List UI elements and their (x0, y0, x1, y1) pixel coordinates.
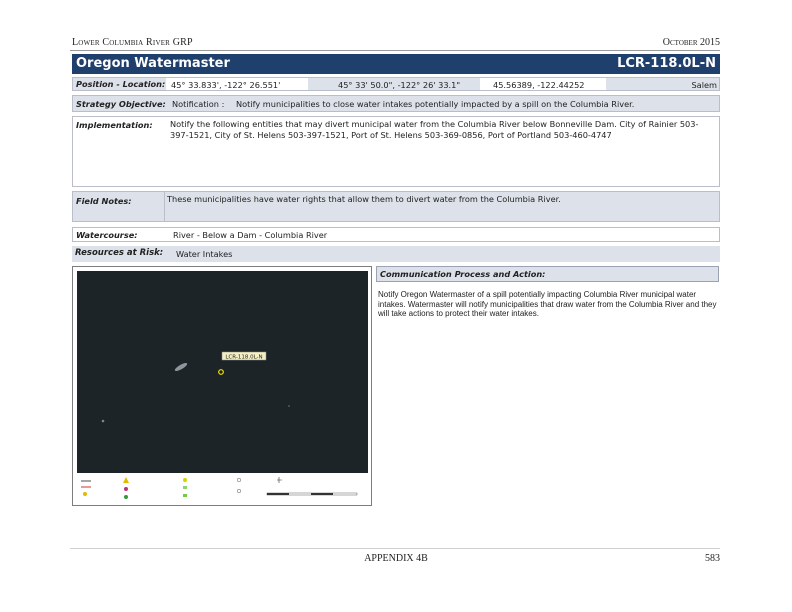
field-notes-divider (164, 192, 165, 221)
position-dms: 45° 33' 50.0", -122° 26' 33.1" (338, 80, 461, 90)
watercourse-text: River - Below a Dam - Columbia River (173, 230, 328, 240)
strategy-code: LCR-118.0L-N (617, 56, 716, 71)
map-background (77, 271, 368, 473)
strategy-text: Notify municipalities to close water int… (236, 99, 635, 109)
position-place: Salem (691, 80, 717, 90)
strategy-type: Notification : (172, 99, 225, 109)
field-notes-text: These municipalities have water rights t… (167, 194, 561, 204)
resources-label: Resources at Risk: (75, 248, 164, 258)
communication-header: Communication Process and Action: (376, 266, 719, 282)
watercourse-row: Watercourse: River - Below a Dam - Colum… (72, 227, 720, 242)
watercourse-label: Watercourse: (76, 230, 138, 240)
map-legend (77, 473, 368, 503)
position-dd: 45.56389, -122.44252 (493, 80, 585, 90)
footer-appendix: APPENDIX 4B (364, 553, 428, 564)
legend-dot-icon (183, 478, 187, 482)
implementation-label: Implementation: (76, 120, 153, 130)
resources-row: Resources at Risk: Water Intakes (72, 246, 720, 262)
map-svg: LCR-118.0L-N (77, 271, 368, 473)
header-divider (70, 50, 720, 51)
legend-dot-icon (83, 492, 87, 496)
field-notes-label: Field Notes: (76, 196, 132, 206)
header-left: Lower Columbia River GRP (72, 37, 193, 48)
legend-triangle-icon (123, 477, 129, 483)
map-speck (288, 405, 290, 407)
resources-text: Water Intakes (176, 249, 233, 259)
map-image: LCR-118.0L-N (77, 271, 368, 473)
legend-swatch-icon (183, 486, 187, 489)
legend-dot-icon (124, 487, 128, 491)
scale-bar-segment (267, 493, 289, 495)
communication-text: Notify Oregon Watermaster of a spill pot… (378, 290, 717, 319)
title-bar: Oregon Watermaster LCR-118.0L-N (72, 54, 720, 74)
page-number: 583 (705, 553, 720, 564)
strategy-label: Strategy Objective: (76, 99, 166, 109)
position-ddm: 45° 33.833', -122° 26.551' (171, 80, 281, 90)
site-label: LCR-118.0L-N (225, 355, 262, 361)
strategy-row: Strategy Objective: Notification : Notif… (72, 95, 720, 112)
communication-label: Communication Process and Action: (380, 269, 546, 279)
field-notes-row: Field Notes: These municipalities have w… (72, 191, 720, 222)
map-speck (101, 419, 105, 423)
legend-dot-icon (236, 477, 242, 483)
north-arrow-icon (277, 477, 282, 483)
implementation-row: Implementation: Notify the following ent… (72, 116, 720, 187)
implementation-text: Notify the following entities that may d… (170, 119, 699, 140)
footer-divider (70, 548, 720, 549)
position-label: Position - Location: (76, 79, 166, 89)
scale-bar-segment (311, 493, 333, 495)
map-frame: LCR-118.0L-N (72, 266, 372, 506)
legend-swatch-icon (183, 494, 187, 497)
page-title: Oregon Watermaster (76, 56, 230, 71)
position-row: Position - Location: 45° 33.833', -122° … (72, 77, 720, 91)
legend-dot-icon (236, 488, 242, 494)
header-date: October 2015 (662, 37, 720, 48)
legend-svg (81, 477, 358, 499)
legend-dot-icon (124, 495, 128, 499)
